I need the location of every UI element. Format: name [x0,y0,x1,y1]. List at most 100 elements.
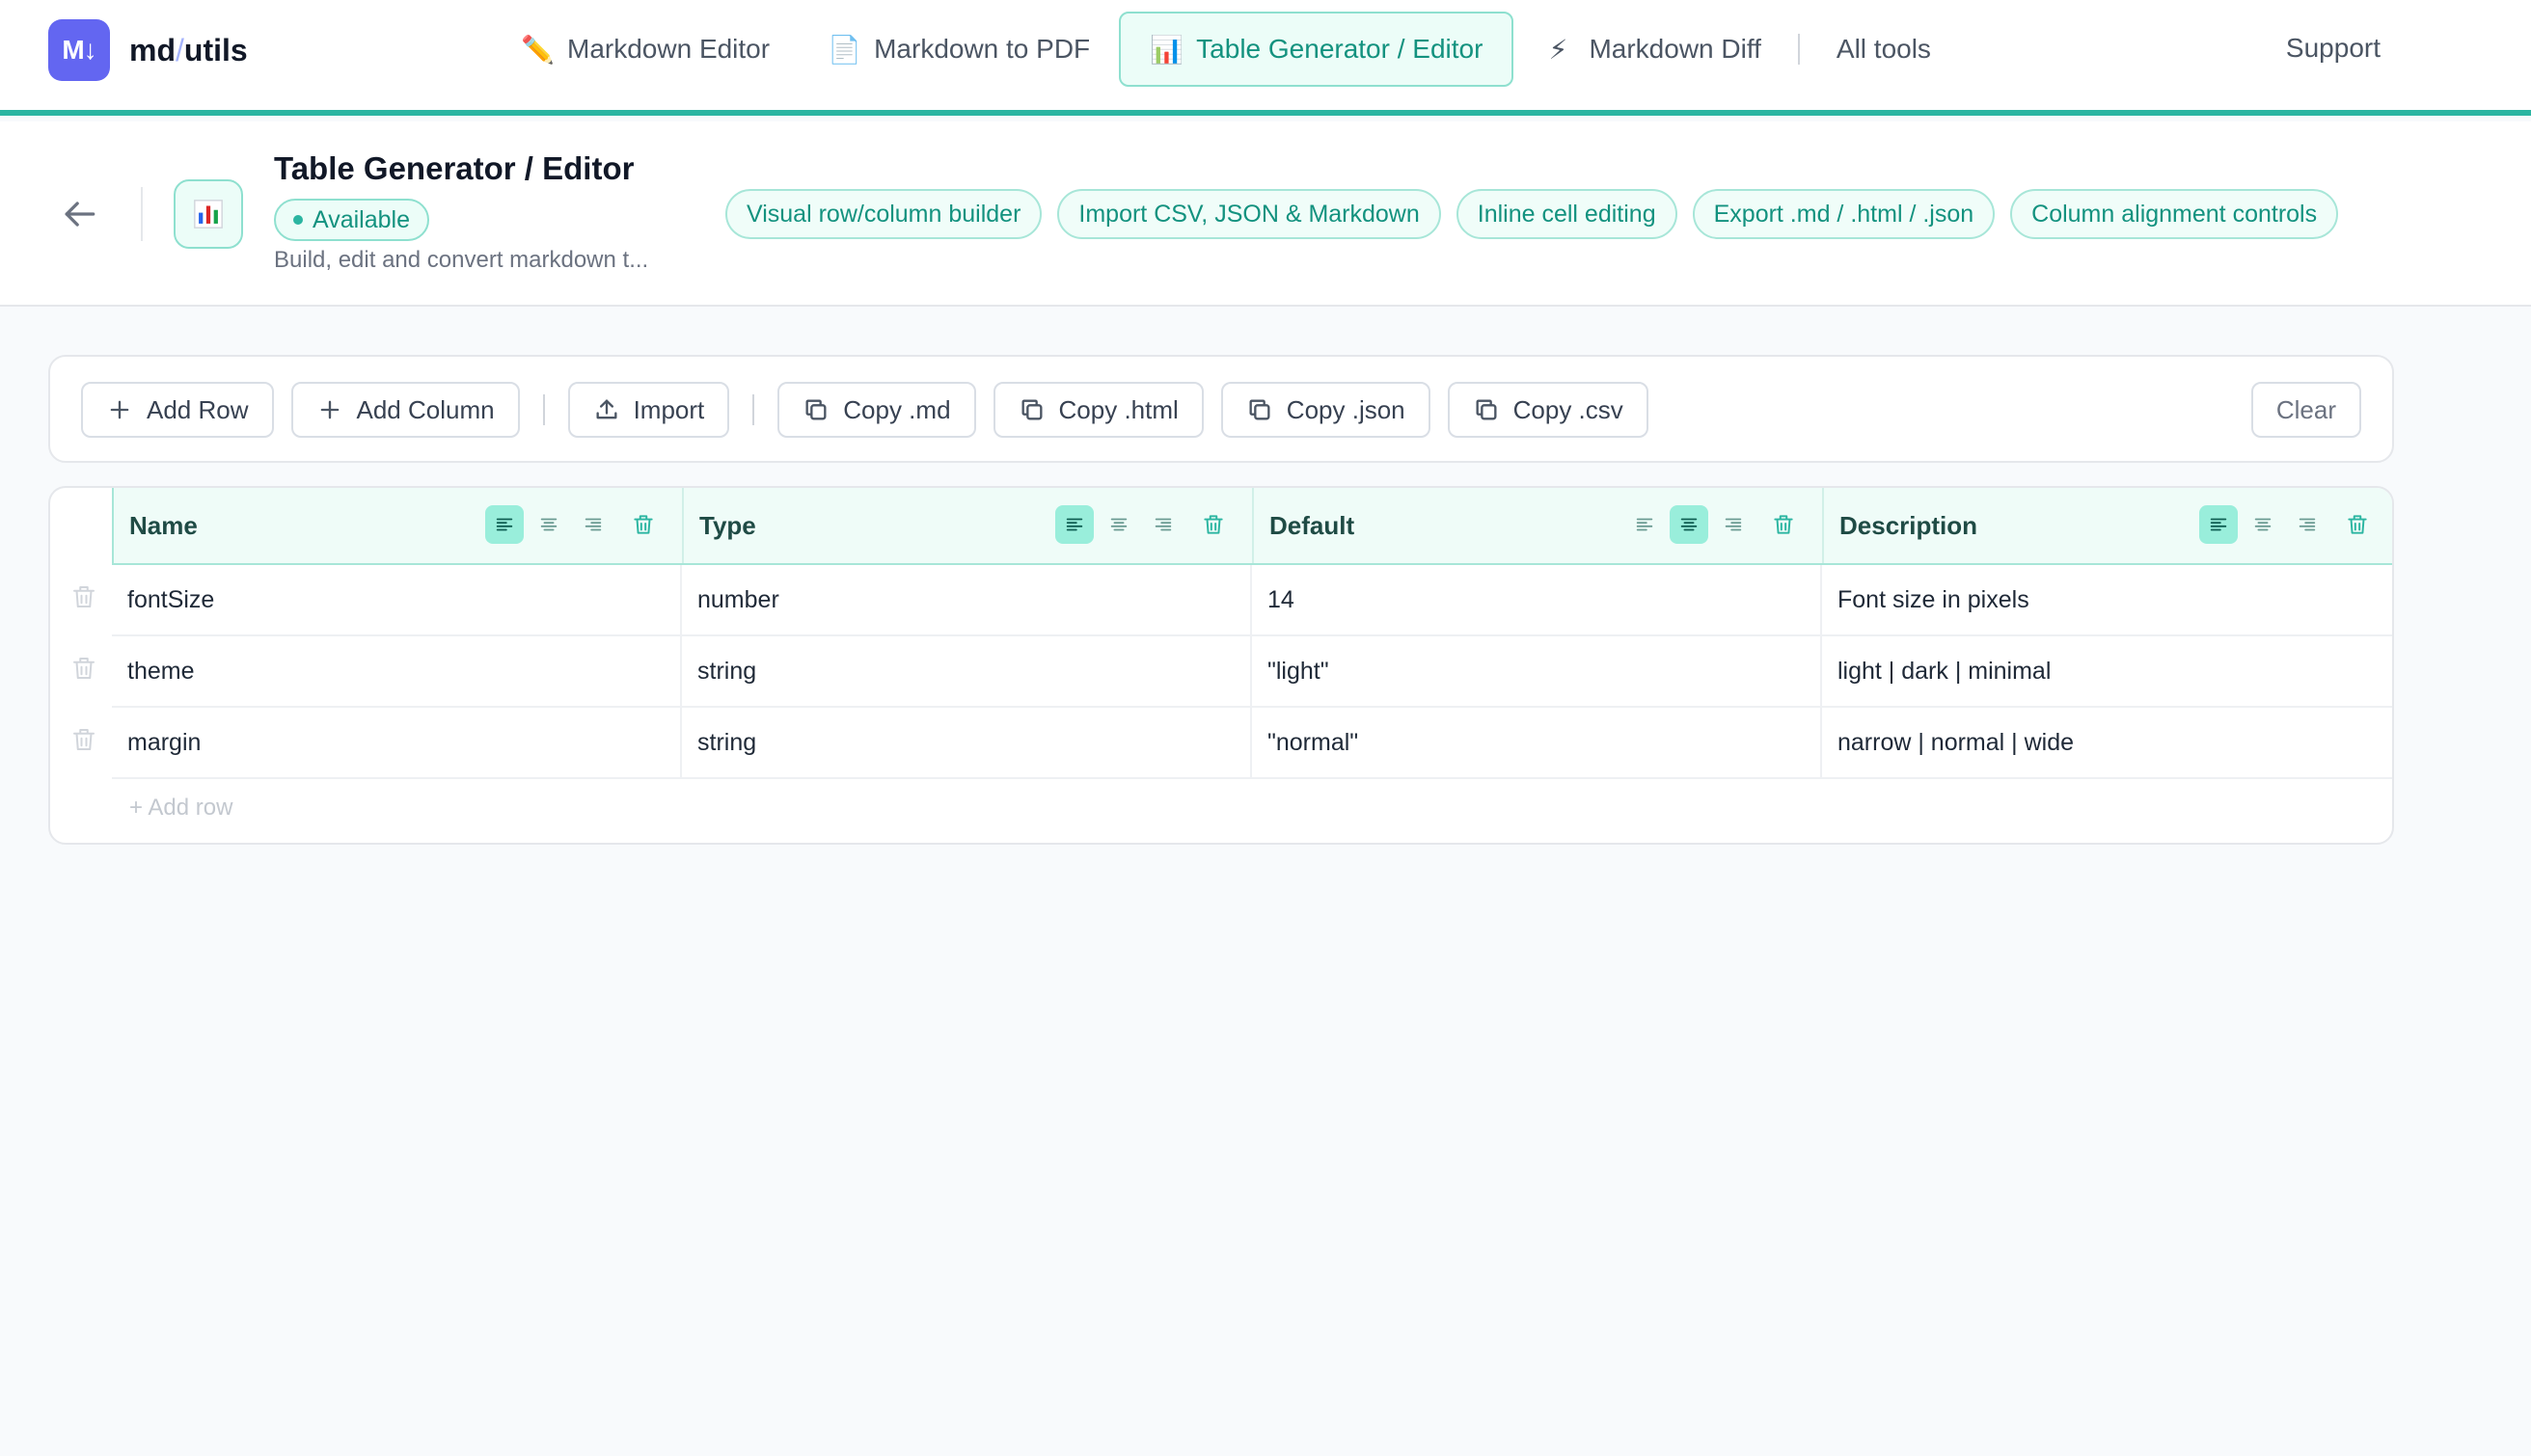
lightning-icon: ⚡ [1548,34,1568,65]
table-cell[interactable]: margin [112,708,682,777]
align-right-icon[interactable] [1714,505,1753,544]
import-button[interactable]: Import [567,382,730,438]
align-center-icon[interactable] [1670,505,1708,544]
table-cell[interactable]: "light" [1252,636,1822,706]
button-label: Add Row [147,394,249,424]
align-left-icon[interactable] [2199,505,2238,544]
align-right-icon[interactable] [574,505,612,544]
button-label: Copy .csv [1512,394,1623,424]
button-label: Copy .html [1058,394,1179,424]
add-column-button[interactable]: Add Column [290,382,520,438]
button-label: Import [633,394,705,424]
clear-button[interactable]: Clear [2250,382,2361,438]
brand-name: md/utils [129,33,248,68]
table-cell[interactable]: light | dark | minimal [1822,636,2392,706]
table-cell[interactable]: "normal" [1252,708,1822,777]
table-row: fontSize number 14 Font size in pixels [50,565,2392,636]
copy-icon [805,399,827,420]
brand-logo: M↓ [48,19,110,81]
top-nav: M↓ md/utils ✏️ Markdown Editor 📄 Markdow… [0,0,2531,116]
plus-icon [320,400,339,419]
feature-chip: Visual row/column builder [725,189,1043,239]
align-left-icon[interactable] [485,505,524,544]
align-center-icon[interactable] [530,505,568,544]
align-left-icon[interactable] [1625,505,1664,544]
table-row: margin string "normal" narrow | normal |… [50,708,2392,779]
table-cell[interactable]: Font size in pixels [1822,565,2392,634]
status-dot [293,215,303,225]
brand-name-separator: / [176,32,184,67]
copy-json-button[interactable]: Copy .json [1220,382,1430,438]
feature-chip: Inline cell editing [1456,189,1677,239]
copy-md-button[interactable]: Copy .md [777,382,976,438]
nav-markdown-to-pdf[interactable]: 📄 Markdown to PDF [799,12,1119,87]
trash-icon[interactable] [69,654,100,685]
column-header[interactable]: Name [114,488,684,563]
column-header-label: Default [1269,510,1355,540]
align-center-icon[interactable] [1100,505,1138,544]
page-title: Table Generator / Editor [274,150,635,186]
brand[interactable]: M↓ md/utils [48,19,248,81]
table-body: fontSize number 14 Font size in pixels t… [50,565,2392,779]
trash-icon[interactable] [69,725,100,756]
nav-divider [1797,34,1800,65]
copy-icon [1476,399,1497,420]
copy-html-button[interactable]: Copy .html [993,382,1204,438]
back-arrow-icon[interactable] [58,193,100,235]
status-label: Available [313,205,411,233]
add-row-link[interactable]: + Add row [129,795,232,822]
bar-chart-icon [174,179,243,249]
feature-chip: Import CSV, JSON & Markdown [1057,189,1441,239]
copy-icon [1249,399,1270,420]
nav-table-generator[interactable]: 📊 Table Generator / Editor [1119,12,1514,87]
tool-description: Build, edit and convert markdown t... [274,247,649,273]
align-right-icon[interactable] [2288,505,2327,544]
button-label: Copy .json [1286,394,1405,424]
align-right-icon[interactable] [1144,505,1183,544]
bar-chart-icon: 📊 [1150,34,1184,65]
copy-csv-button[interactable]: Copy .csv [1447,382,1648,438]
column-header[interactable]: Type [684,488,1254,563]
nav-label: Markdown Editor [567,34,771,64]
nav-links: ✏️ Markdown Editor 📄 Markdown to PDF 📊 T… [492,12,1960,87]
column-header[interactable]: Default [1254,488,1824,563]
column-header[interactable]: Description [1824,488,2392,563]
nav-all-tools[interactable]: All tools [1808,12,1960,87]
table-cell[interactable]: 14 [1252,565,1822,634]
add-row-button[interactable]: Add Row [81,382,274,438]
plus-icon [110,400,129,419]
trash-icon[interactable] [2338,505,2377,544]
trash-icon[interactable] [1194,505,1233,544]
table-cell[interactable]: narrow | normal | wide [1822,708,2392,777]
column-header-label: Name [129,510,198,540]
button-label: Add Column [356,394,495,424]
toolbar-divider [542,394,545,425]
align-left-icon[interactable] [1055,505,1094,544]
trash-icon[interactable] [624,505,663,544]
feature-chip: Export .md / .html / .json [1692,189,1996,239]
align-center-icon[interactable] [2244,505,2282,544]
support-link[interactable]: Support [2286,33,2381,64]
trash-icon[interactable] [1764,505,1803,544]
button-label: Copy .md [843,394,951,424]
feature-chips: Visual row/column builder Import CSV, JS… [725,189,2339,239]
nav-label: Markdown Diff [1589,34,1761,64]
table-cell[interactable]: string [682,636,1252,706]
table-row: theme string "light" light | dark | mini… [50,636,2392,708]
tool-header: Table Generator / Editor Available Build… [0,121,2531,307]
nav-markdown-diff[interactable]: ⚡ Markdown Diff [1513,12,1789,87]
table-cell[interactable]: number [682,565,1252,634]
table-cell[interactable]: theme [112,636,682,706]
pencil-icon: ✏️ [521,34,555,65]
table-cell[interactable]: string [682,708,1252,777]
table-editor: Name Type Default Description fontSize n… [48,486,2394,845]
column-header-label: Type [699,510,756,540]
nav-label: Table Generator / Editor [1196,34,1483,64]
table-cell[interactable]: fontSize [112,565,682,634]
brand-name-part1: md [129,32,176,67]
column-header-label: Description [1839,510,1978,540]
trash-icon[interactable] [69,582,100,613]
status-badge: Available [274,199,430,241]
nav-markdown-editor[interactable]: ✏️ Markdown Editor [492,12,799,87]
brand-name-part2: utils [183,32,248,67]
